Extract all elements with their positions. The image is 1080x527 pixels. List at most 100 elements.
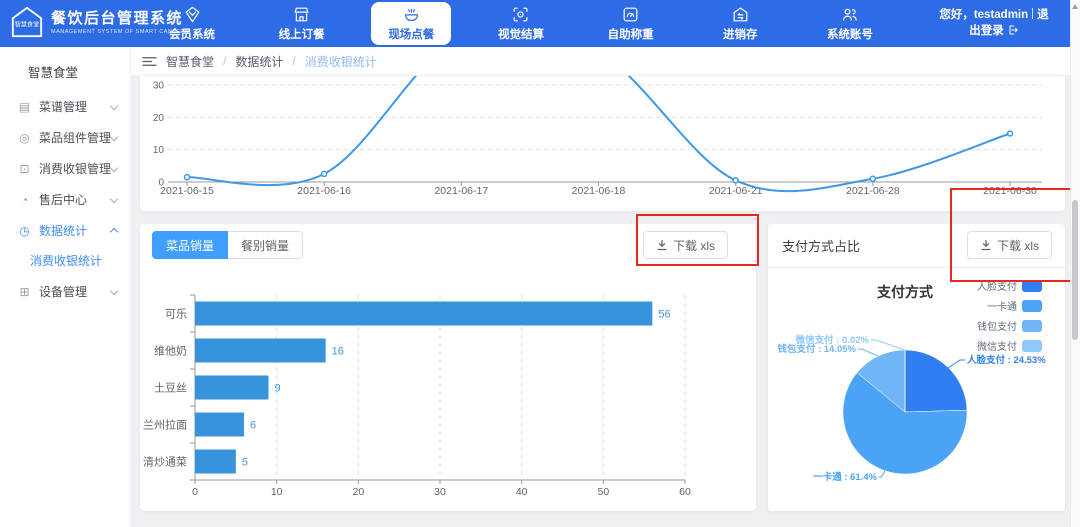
dish-sales-card: 菜品销量 餐别销量 下载 xls 0102030405060可乐56维他奶16土… [140, 224, 756, 511]
svg-text:56: 56 [658, 309, 670, 321]
scroll-up-arrow[interactable] [1072, 4, 1078, 9]
svg-text:0: 0 [192, 486, 198, 498]
sidebar-subitem-consumption-stats[interactable]: 消费收银统计 [0, 246, 130, 276]
svg-text:一卡通 : 61.4%: 一卡通 : 61.4% [813, 471, 877, 483]
legend-item[interactable]: 人脸支付 [977, 278, 1042, 293]
legend-swatch [1022, 280, 1042, 292]
svg-text:10: 10 [153, 145, 165, 156]
tab-dish-sales[interactable]: 菜品销量 [152, 231, 228, 259]
legend-label: 微信支付 [977, 338, 1017, 353]
device-icon: ⊞ [17, 285, 32, 299]
top-navbar: 智慧食堂 餐饮后台管理系统 MANAGEMENT SYSTEM OF SMART… [0, 0, 1080, 47]
svg-text:土豆丝: 土豆丝 [154, 382, 187, 395]
download-xls-button[interactable]: 下载 xls [967, 231, 1052, 259]
legend-item[interactable]: 钱包支付 [977, 318, 1042, 333]
sales-tabs: 菜品销量 餐别销量 [152, 231, 303, 259]
svg-text:可乐: 可乐 [165, 308, 187, 321]
download-xls-button[interactable]: 下载 xls [643, 231, 728, 259]
svg-text:6: 6 [250, 420, 256, 432]
svg-text:清炒通菜: 清炒通菜 [143, 456, 187, 469]
membership-icon [183, 5, 202, 24]
sidebar-item-recipe[interactable]: ▤ 菜谱管理 [0, 91, 130, 122]
onsite-order-icon [402, 5, 421, 24]
svg-text:10: 10 [271, 486, 283, 498]
payment-method-card: 支付方式占比 下载 xls 支付方式 人脸支付一卡通钱包支付微信支付 人脸支付 … [768, 224, 1065, 511]
statistics-icon: ◷ [17, 224, 32, 238]
system-account-icon [840, 5, 859, 24]
menu-fold-icon[interactable] [142, 55, 157, 68]
svg-text:40: 40 [516, 486, 528, 498]
consumption-line-chart-card: 01020302021-06-152021-06-162021-06-17202… [140, 76, 1065, 211]
consumption-line-chart: 01020302021-06-152021-06-162021-06-17202… [140, 76, 1065, 211]
svg-text:人脸支付 : 24.53%: 人脸支付 : 24.53% [967, 354, 1046, 366]
svg-text:5: 5 [242, 457, 248, 469]
inventory-icon [731, 5, 750, 24]
user-greeting: 您好，testadmin [939, 9, 1028, 21]
svg-text:2021-06-30: 2021-06-30 [983, 185, 1037, 197]
nav-item-vision-checkout[interactable]: 视觉结算 [481, 0, 561, 47]
recipe-icon: ▤ [17, 100, 32, 114]
divider [1032, 8, 1033, 19]
svg-text:2021-06-15: 2021-06-15 [160, 185, 214, 197]
svg-text:智慧食堂: 智慧食堂 [15, 21, 40, 29]
sidebar-item-aftersales[interactable]: ◔ 售后中心 [0, 184, 130, 215]
chevron-down-icon [110, 286, 118, 294]
nav-item-online-order[interactable]: 线上订餐 [262, 0, 342, 47]
breadcrumb-item-home[interactable]: 智慧食堂 [166, 53, 214, 70]
sidebar-item-dish-component[interactable]: ◎ 菜品组件管理 [0, 122, 130, 153]
svg-text:兰州拉面: 兰州拉面 [143, 418, 187, 432]
sidebar-item-device[interactable]: ⊞ 设备管理 [0, 276, 130, 307]
main-nav: 会员系统 线上订餐 现场点餐 视觉结算 自助称重 进销存 [152, 0, 890, 47]
sidebar: 智慧食堂 ▤ 菜谱管理 ◎ 菜品组件管理 ⊡ 消费收银管理 ◔ 售后中心 ◷ 数… [0, 47, 131, 527]
breadcrumb-separator: / [292, 54, 295, 68]
dish-sales-bar-chart: 0102030405060可乐56维他奶16土豆丝9兰州拉面6清炒通菜5 [140, 280, 756, 511]
download-icon [980, 239, 992, 251]
nav-item-self-weighing[interactable]: 自助称重 [591, 0, 671, 47]
svg-text:20: 20 [352, 486, 364, 498]
tab-meal-sales[interactable]: 餐别销量 [228, 231, 303, 259]
breadcrumb-item-statistics[interactable]: 数据统计 [235, 53, 283, 70]
legend-swatch [1022, 320, 1042, 332]
svg-text:维他奶: 维他奶 [154, 344, 187, 358]
svg-text:2021-06-17: 2021-06-17 [434, 185, 488, 197]
chevron-down-icon [110, 132, 118, 140]
breadcrumb: 智慧食堂 / 数据统计 / 消费收银统计 [131, 47, 1071, 75]
dish-component-icon: ◎ [17, 131, 32, 145]
self-weighing-icon [621, 5, 640, 24]
nav-item-onsite-order[interactable]: 现场点餐 [371, 2, 451, 45]
logout-icon [1007, 24, 1019, 36]
cashier-icon: ⊡ [17, 162, 32, 176]
legend-item[interactable]: 微信支付 [977, 338, 1042, 353]
svg-text:微信支付 : 0.02%: 微信支付 : 0.02% [795, 334, 870, 346]
chevron-down-icon [110, 101, 118, 109]
user-area: 您好，testadmin退出登录 [934, 7, 1054, 39]
canteen-logo-icon: 智慧食堂 [10, 5, 44, 39]
svg-text:60: 60 [679, 486, 691, 498]
svg-text:20: 20 [153, 113, 165, 124]
legend-label: 一卡通 [987, 298, 1017, 313]
online-order-icon [292, 5, 311, 24]
svg-text:2021-06-28: 2021-06-28 [846, 185, 900, 197]
nav-item-inventory[interactable]: 进销存 [700, 0, 780, 47]
download-icon [656, 239, 668, 251]
chevron-down-icon [110, 194, 118, 202]
legend-label: 人脸支付 [977, 278, 1017, 293]
legend-label: 钱包支付 [977, 318, 1017, 333]
chevron-down-icon [110, 163, 118, 171]
nav-item-system-account[interactable]: 系统账号 [810, 0, 890, 47]
app-window: 智慧食堂 餐饮后台管理系统 MANAGEMENT SYSTEM OF SMART… [0, 0, 1080, 527]
svg-text:2021-06-18: 2021-06-18 [572, 185, 626, 197]
svg-text:2021-06-16: 2021-06-16 [297, 185, 351, 197]
sidebar-item-statistics[interactable]: ◷ 数据统计 [0, 215, 130, 246]
aftersales-icon: ◔ [17, 193, 32, 207]
svg-text:30: 30 [434, 486, 446, 498]
legend-item[interactable]: 一卡通 [987, 298, 1042, 313]
vertical-scrollbar[interactable] [1070, 0, 1080, 527]
legend-swatch [1022, 340, 1042, 352]
scrollbar-thumb[interactable] [1072, 200, 1078, 340]
breadcrumb-separator: / [223, 54, 226, 68]
legend-swatch [1022, 300, 1042, 312]
svg-text:50: 50 [597, 486, 609, 498]
nav-item-membership[interactable]: 会员系统 [152, 0, 232, 47]
sidebar-item-cashier[interactable]: ⊡ 消费收银管理 [0, 153, 130, 184]
